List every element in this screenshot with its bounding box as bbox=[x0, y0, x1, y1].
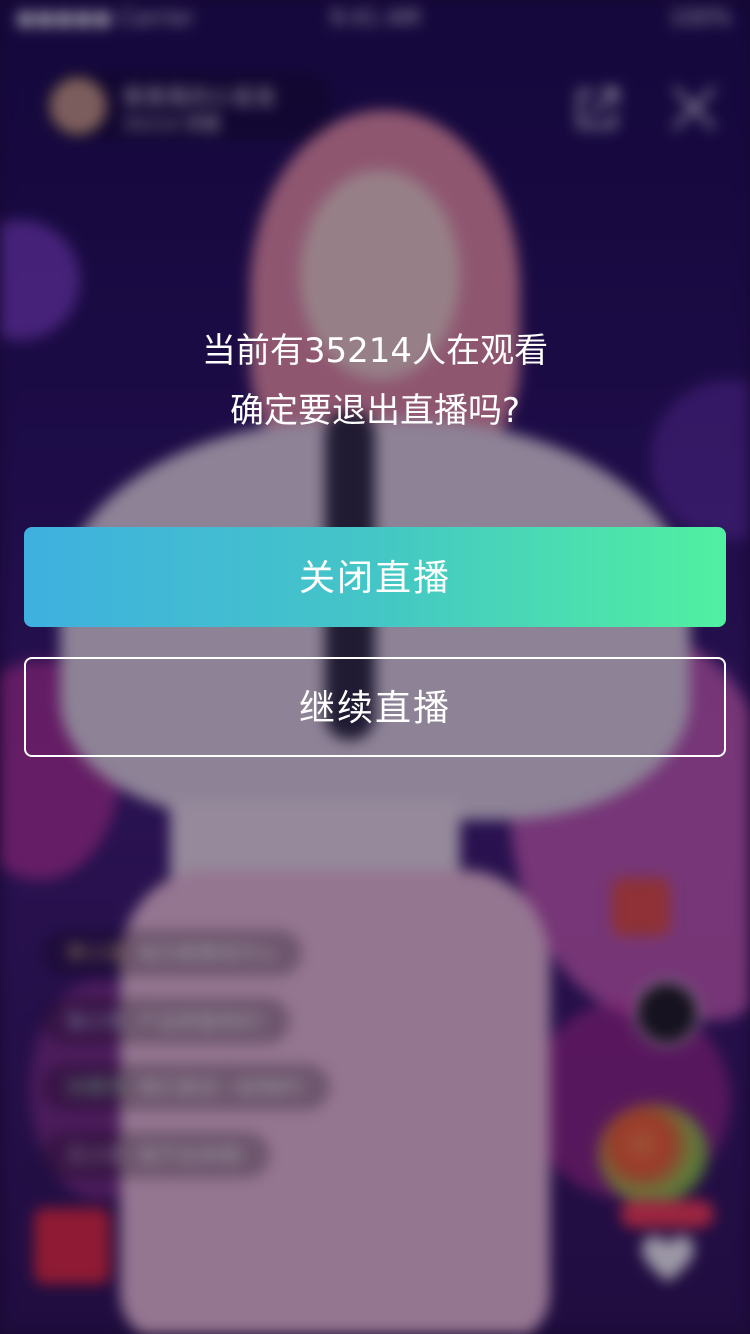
continue-live-button[interactable]: 继续直播 bbox=[24, 657, 726, 757]
end-live-button[interactable]: 关闭直播 bbox=[24, 527, 726, 627]
viewer-count-message: 当前有35214人在观看 bbox=[201, 331, 549, 371]
exit-confirm-question: 确定要退出直播吗? bbox=[229, 391, 521, 431]
